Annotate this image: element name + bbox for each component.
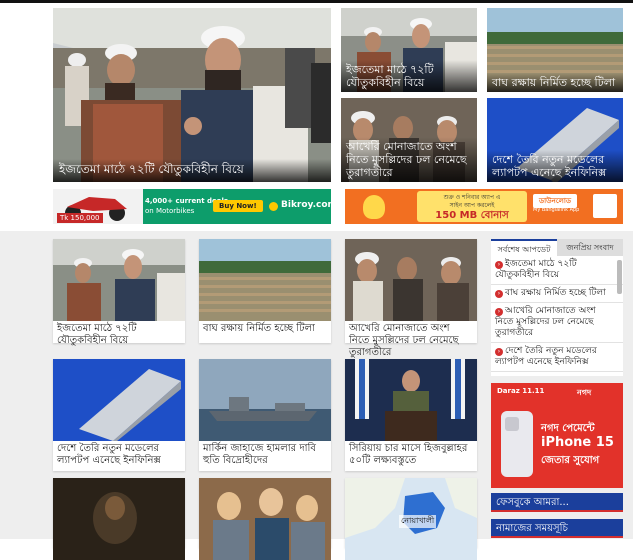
grid-card-1-title: ইজতেমা মাঠে ৭২টি যৌতুকবিহীন বিয়ে [57, 323, 137, 346]
feed-item[interactable]: › ইজতেমা মাঠে ৭২টি যৌতুকবিহীন বিয়ে [491, 256, 623, 285]
grid-card-4-title: দেশে তৈরি নতুন মডেলের ল্যাপটপ এনেছে ইনফি… [57, 443, 161, 466]
arrow-bullet-icon: › [495, 290, 503, 298]
hero-main-photo [53, 8, 331, 182]
hero-story-1[interactable]: ইজতেমা মাঠে ৭২টি যৌতুকবিহীন বিয়ে [341, 8, 477, 92]
banglalink-download-button[interactable]: ডাউনলোড [533, 194, 578, 208]
hero-story-3-title: আখেরি মোনাজাতে অংশ নিতে মুসল্লিদের ঢল নে… [341, 137, 477, 182]
grid-card-2[interactable]: বাঘ রক্ষায় নির্মিত হচ্ছে টিলা [199, 239, 331, 343]
facebook-heading: ফেসবুকে আমরা... [491, 493, 623, 512]
grid-card-2-image [199, 239, 331, 321]
grid-card-6-image [345, 359, 477, 441]
arrow-bullet-icon: › [495, 348, 503, 356]
nagad-tag: নগদ [577, 388, 592, 397]
hero-story-1-title: ইজতেমা মাঠে ৭২টি যৌতুকবিহীন বিয়ে [341, 60, 477, 92]
bikroy-ad-banner[interactable]: Tk 150,000 4,000+ current deals on Motor… [53, 189, 331, 224]
grid-card-7[interactable] [53, 478, 185, 560]
banglalink-app-label: My Banglalink App [533, 207, 580, 213]
nagad-iphone-ad[interactable]: Daraz 11.11 নগদ নগদ পেমেন্টে iPhone 15 জ… [491, 383, 623, 488]
daraz-tag: Daraz 11.11 [497, 387, 545, 395]
iphone-image [501, 411, 533, 477]
arrow-bullet-icon: › [495, 308, 503, 316]
feed-item[interactable]: › দেশে তৈরি নতুন মডেলের ল্যাপটপ এনেছে ইনফ… [491, 343, 623, 372]
banglalink-mascot-icon [363, 195, 385, 219]
grid-card-3[interactable]: আখেরি মোনাজাতে অংশ নিতে মুসল্লিদের ঢল নে… [345, 239, 477, 358]
grid-card-1-image [53, 239, 185, 321]
feed-item-text: দেশে তৈরি নতুন মডেলের ল্যাপটপ এনেছে ইনফি… [495, 346, 597, 367]
feed-item[interactable]: › আখেরি মোনাজাতে অংশ নিতে মুসল্লিদের ঢল ন… [491, 303, 623, 343]
side-ad-line2: iPhone 15 [541, 435, 614, 450]
bikroy-brand: Bikroy.com [281, 200, 331, 210]
grid-card-4[interactable]: দেশে তৈরি নতুন মডেলের ল্যাপটপ এনেছে ইনফি… [53, 359, 185, 471]
hero-main-story[interactable]: ইজতেমা মাঠে ৭২টি যৌতুকবিহীন বিয়ে [53, 8, 331, 182]
grid-card-5-image [199, 359, 331, 441]
grid-card-7-image [53, 478, 185, 560]
grid-card-1[interactable]: ইজতেমা মাঠে ৭২টি যৌতুকবিহীন বিয়ে [53, 239, 185, 346]
grid-card-2-title: বাঘ রক্ষায় নির্মিত হচ্ছে টিলা [203, 323, 315, 334]
latest-news-feed[interactable]: › ইজতেমা মাঠে ৭২টি যৌতুকবিহীন বিয়ে › বাঘ … [491, 256, 623, 376]
grid-card-3-title: আখেরি মোনাজাতে অংশ নিতে মুসল্লিদের ঢল নে… [349, 323, 459, 358]
hero-story-2[interactable]: বাঘ রক্ষায় নির্মিত হচ্ছে টিলা [487, 8, 623, 92]
prayer-times-heading: নামাজের সময়সূচি [491, 519, 623, 538]
side-ad-line3: জেতার সুযোগ [541, 455, 600, 466]
hero-story-3[interactable]: আখেরি মোনাজাতে অংশ নিতে মুসল্লিদের ঢল নে… [341, 98, 477, 182]
hero-story-2-title: বাঘ রক্ষায় নির্মিত হচ্ছে টিলা [487, 73, 623, 92]
arrow-bullet-icon: › [495, 261, 503, 269]
feed-scrollbar[interactable] [617, 260, 622, 294]
grid-card-5[interactable]: মার্কিন জাহাজে হামলার দাবি হুতি বিদ্রোহী… [199, 359, 331, 471]
sidebar-tabs: সর্বশেষ আপডেট জনপ্রিয় সংবাদ [491, 239, 623, 256]
grid-card-5-title: মার্কিন জাহাজে হামলার দাবি হুতি বিদ্রোহী… [203, 443, 316, 466]
grid-card-4-image [53, 359, 185, 441]
hero-story-4-title: দেশে তৈরি নতুন মডেলের ল্যাপটপ এনেছে ইনফি… [487, 150, 623, 182]
bikroy-logo-icon [269, 202, 278, 211]
grid-card-8-image [199, 478, 331, 560]
grid-card-8[interactable] [199, 478, 331, 560]
banglalink-ad-banner[interactable]: শুক্র ও শনিবার অ্যাপ এ সাইন আপ করলেই 150… [345, 189, 623, 224]
hero-section: ইজতেমা মাঠে ৭২টি যৌতুকবিহীন বিয়ে ইজতেমা… [0, 3, 633, 231]
grid-card-6[interactable]: সিরিয়ায় চার মাসে হিজবুল্লাহর ৫০টি লক্ষ… [345, 359, 477, 471]
feed-item-text: ইজতেমা মাঠে ৭২টি যৌতুকবিহীন বিয়ে [495, 259, 577, 280]
feed-item[interactable]: › বাঘ রক্ষায় নির্মিত হচ্ছে টিলা [491, 285, 623, 303]
grid-card-6-title: সিরিয়ায় চার মাসে হিজবুল্লাহর ৫০টি লক্ষ… [349, 443, 468, 466]
bikroy-deal-line2: on Motorbikes [145, 207, 195, 215]
feed-item-text: বাঘ রক্ষায় নির্মিত হচ্ছে টিলা [505, 288, 606, 298]
banglalink-highlight: 150 MB বোনাস [435, 210, 509, 221]
hero-story-4[interactable]: দেশে তৈরি নতুন মডেলের ল্যাপটপ এনেছে ইনফি… [487, 98, 623, 182]
bikroy-buy-button[interactable]: Buy Now! [213, 200, 263, 212]
grid-card-3-image [345, 239, 477, 321]
grid-card-9[interactable]: নোয়াখালী [345, 478, 477, 560]
bikroy-price: Tk 150,000 [57, 213, 103, 223]
feed-item-text: আখেরি মোনাজাতে অংশ নিতে মুসল্লিদের ঢল নে… [495, 306, 596, 338]
hero-main-title: ইজতেমা মাঠে ৭২টি যৌতুকবিহীন বিয়ে [53, 159, 331, 182]
map-location-label: নোয়াখালী [399, 515, 437, 528]
tab-popular[interactable]: জনপ্রিয় সংবাদ [557, 239, 623, 256]
tab-latest[interactable]: সর্বশেষ আপডেট [491, 239, 557, 256]
banglalink-logo-icon [593, 194, 617, 218]
